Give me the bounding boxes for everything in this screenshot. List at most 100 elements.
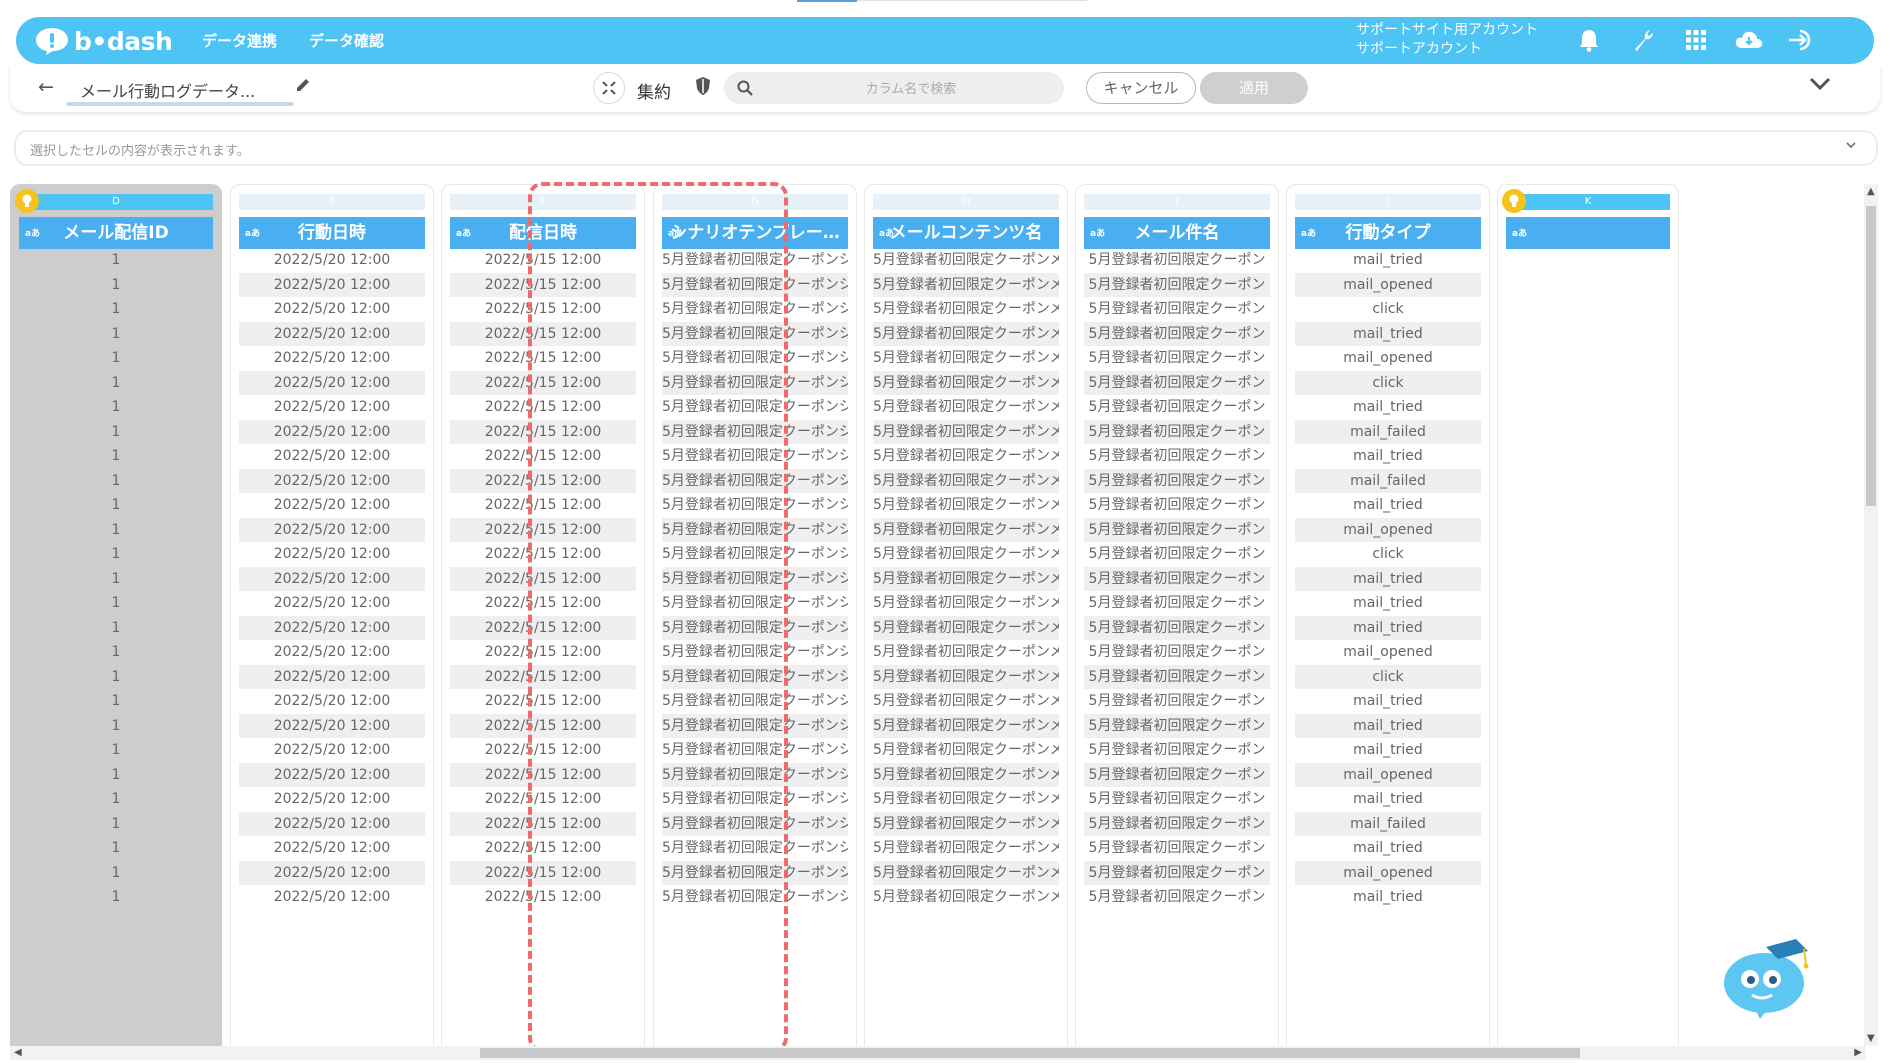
grid-cell[interactable]: 5月登録者初回限定クーポン bbox=[1084, 395, 1270, 419]
grid-cell[interactable]: 2022/5/20 12:00 bbox=[239, 346, 425, 370]
grid-cell[interactable]: 1 bbox=[19, 469, 213, 493]
grid-column-e[interactable]: Eaあ 行動日時 2022/5/20 12:00 2022/5/20 12:00 202… bbox=[230, 184, 434, 1046]
grid-cell[interactable]: 2022/5/15 12:00 bbox=[450, 517, 636, 542]
grid-cell[interactable]: 5月登録者初回限定クーポンメ... bbox=[873, 542, 1059, 566]
grid-cell[interactable]: 2022/5/15 12:00 bbox=[450, 370, 636, 395]
aggregate-icon[interactable] bbox=[593, 72, 625, 104]
grid-cell[interactable]: 5月登録者初回限定クーポンメ... bbox=[873, 297, 1059, 321]
grid-cell[interactable]: 5月登録者初回限定クーポン bbox=[1084, 468, 1270, 493]
column-letter[interactable]: J bbox=[1295, 194, 1481, 210]
grid-cell[interactable]: 2022/5/15 12:00 bbox=[450, 493, 636, 517]
grid-cell[interactable]: 5月登録者初回限定クーポンシ... bbox=[662, 346, 848, 370]
grid-cell[interactable]: 2022/5/20 12:00 bbox=[239, 885, 425, 909]
grid-cell[interactable]: mail_tried bbox=[1295, 787, 1481, 811]
grid-cell[interactable]: 5月登録者初回限定クーポンメ... bbox=[873, 811, 1059, 836]
grid-cell[interactable]: mail_tried bbox=[1295, 493, 1481, 517]
grid-cell[interactable]: 2022/5/20 12:00 bbox=[239, 272, 425, 297]
grid-cell[interactable]: 2022/5/15 12:00 bbox=[450, 272, 636, 297]
grid-cell[interactable]: 2022/5/20 12:00 bbox=[239, 321, 425, 346]
grid-cell[interactable]: 5月登録者初回限定クーポンシ... bbox=[662, 640, 848, 664]
chevron-down-icon[interactable] bbox=[1808, 76, 1832, 92]
grid-cell[interactable]: 5月登録者初回限定クーポン bbox=[1084, 272, 1270, 297]
grid-cell[interactable]: 2022/5/15 12:00 bbox=[450, 566, 636, 591]
grid-cell[interactable]: 2022/5/20 12:00 bbox=[239, 419, 425, 444]
page-title[interactable]: メール行動ログデータ... bbox=[80, 78, 255, 102]
grid-cell[interactable]: 2022/5/15 12:00 bbox=[450, 395, 636, 419]
grid-cell[interactable]: 1 bbox=[19, 836, 213, 860]
grid-cell[interactable]: 5月登録者初回限定クーポン bbox=[1084, 566, 1270, 591]
grid-cell[interactable]: 2022/5/20 12:00 bbox=[239, 370, 425, 395]
grid-cell[interactable]: 2022/5/20 12:00 bbox=[239, 493, 425, 517]
grid-cell[interactable]: mail_opened bbox=[1295, 346, 1481, 370]
grid-cell[interactable]: 2022/5/15 12:00 bbox=[450, 860, 636, 885]
horizontal-scrollbar[interactable]: ◀ ▶ bbox=[10, 1046, 1866, 1060]
grid-cell[interactable]: click bbox=[1295, 664, 1481, 689]
grid-cell[interactable]: 2022/5/15 12:00 bbox=[450, 444, 636, 468]
grid-cell[interactable]: 2022/5/15 12:00 bbox=[450, 713, 636, 738]
grid-cell[interactable]: 5月登録者初回限定クーポンメ... bbox=[873, 836, 1059, 860]
grid-cell[interactable]: 5月登録者初回限定クーポンシ... bbox=[662, 885, 848, 909]
grid-cell[interactable]: 2022/5/20 12:00 bbox=[239, 664, 425, 689]
column-header[interactable]: aあ メール件名 bbox=[1084, 217, 1270, 249]
grid-cell[interactable]: mail_opened bbox=[1295, 860, 1481, 885]
column-header[interactable]: aあ bbox=[1506, 217, 1670, 249]
grid-cell[interactable]: 5月登録者初回限定クーポン bbox=[1084, 713, 1270, 738]
grid-cell[interactable]: 2022/5/15 12:00 bbox=[450, 542, 636, 566]
grid-cell[interactable]: 5月登録者初回限定クーポンメ... bbox=[873, 566, 1059, 591]
grid-column-i[interactable]: Iaあ メール件名 5月登録者初回限定クーポン 5月登録者初回限定クーポン 5月登録者初… bbox=[1075, 184, 1279, 1046]
grid-cell[interactable]: mail_tried bbox=[1295, 321, 1481, 346]
column-header[interactable]: aあ 行動タイプ bbox=[1295, 217, 1481, 249]
grid-cell[interactable]: mail_tried bbox=[1295, 591, 1481, 615]
grid-cell[interactable]: 5月登録者初回限定クーポンシ... bbox=[662, 542, 848, 566]
grid-cell[interactable]: 2022/5/20 12:00 bbox=[239, 689, 425, 713]
grid-cell[interactable]: 1 bbox=[19, 787, 213, 811]
grid-cell[interactable]: 2022/5/15 12:00 bbox=[450, 811, 636, 836]
grid-cell[interactable]: 1 bbox=[19, 395, 213, 419]
grid-cell[interactable]: mail_failed bbox=[1295, 468, 1481, 493]
grid-cell[interactable]: 5月登録者初回限定クーポン bbox=[1084, 297, 1270, 321]
scroll-left-icon[interactable]: ◀ bbox=[14, 1047, 22, 1058]
grid-cell[interactable]: 1 bbox=[19, 714, 213, 738]
grid-cell[interactable]: 1 bbox=[19, 273, 213, 297]
grid-cell[interactable]: mail_tried bbox=[1295, 689, 1481, 713]
grid-cell[interactable]: 5月登録者初回限定クーポン bbox=[1084, 591, 1270, 615]
grid-cell[interactable]: 2022/5/15 12:00 bbox=[450, 615, 636, 640]
grid-cell[interactable]: 5月登録者初回限定クーポンメ... bbox=[873, 615, 1059, 640]
grid-cell[interactable]: 1 bbox=[19, 616, 213, 640]
grid-cell[interactable]: 2022/5/15 12:00 bbox=[450, 297, 636, 321]
grid-cell[interactable]: 5月登録者初回限定クーポン bbox=[1084, 689, 1270, 713]
scroll-down-icon[interactable]: ▼ bbox=[1867, 1033, 1875, 1044]
grid-cell[interactable]: 5月登録者初回限定クーポン bbox=[1084, 762, 1270, 787]
grid-cell[interactable]: 5月登録者初回限定クーポンシ... bbox=[662, 836, 848, 860]
grid-cell[interactable]: 2022/5/20 12:00 bbox=[239, 566, 425, 591]
grid-cell[interactable]: 2022/5/15 12:00 bbox=[450, 787, 636, 811]
grid-column-j[interactable]: Jaあ 行動タイプ mail_tried mail_opened click mail_t… bbox=[1286, 184, 1490, 1046]
grid-cell[interactable]: mail_failed bbox=[1295, 811, 1481, 836]
grid-cell[interactable]: 5月登録者初回限定クーポンシ... bbox=[662, 713, 848, 738]
grid-cell[interactable]: 5月登録者初回限定クーポンシ... bbox=[662, 370, 848, 395]
grid-cell[interactable]: 5月登録者初回限定クーポンメ... bbox=[873, 664, 1059, 689]
grid-cell[interactable]: 5月登録者初回限定クーポン bbox=[1084, 738, 1270, 762]
grid-cell[interactable]: 5月登録者初回限定クーポンメ... bbox=[873, 419, 1059, 444]
grid-cell[interactable]: 5月登録者初回限定クーポンシ... bbox=[662, 248, 848, 272]
grid-cell[interactable]: 1 bbox=[19, 542, 213, 566]
grid-cell[interactable]: 5月登録者初回限定クーポンメ... bbox=[873, 689, 1059, 713]
grid-cell[interactable]: 5月登録者初回限定クーポンメ... bbox=[873, 517, 1059, 542]
grid-cell[interactable]: 5月登録者初回限定クーポン bbox=[1084, 370, 1270, 395]
chevron-down-icon[interactable] bbox=[1844, 138, 1858, 152]
grid-cell[interactable]: 2022/5/15 12:00 bbox=[450, 836, 636, 860]
grid-cell[interactable]: 5月登録者初回限定クーポンメ... bbox=[873, 885, 1059, 909]
grid-cell[interactable]: 2022/5/15 12:00 bbox=[450, 885, 636, 909]
column-search[interactable] bbox=[724, 72, 1064, 104]
grid-cell[interactable]: mail_tried bbox=[1295, 713, 1481, 738]
column-letter[interactable]: H bbox=[873, 194, 1059, 210]
grid-cell[interactable]: 2022/5/20 12:00 bbox=[239, 762, 425, 787]
grid-cell[interactable]: 5月登録者初回限定クーポンメ... bbox=[873, 640, 1059, 664]
grid-cell[interactable]: 5月登録者初回限定クーポン bbox=[1084, 493, 1270, 517]
grid-cell[interactable]: 2022/5/15 12:00 bbox=[450, 689, 636, 713]
grid-cell[interactable]: mail_opened bbox=[1295, 762, 1481, 787]
grid-cell[interactable]: mail_opened bbox=[1295, 272, 1481, 297]
grid-cell[interactable]: 2022/5/20 12:00 bbox=[239, 713, 425, 738]
grid-cell[interactable]: mail_tried bbox=[1295, 836, 1481, 860]
grid-cell[interactable]: 5月登録者初回限定クーポンメ... bbox=[873, 370, 1059, 395]
